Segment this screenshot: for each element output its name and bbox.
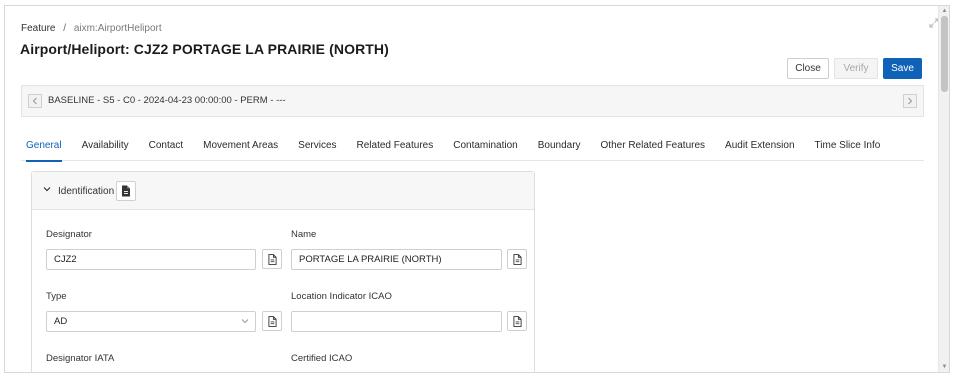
document-note-button[interactable] (116, 181, 136, 201)
breadcrumb: Feature / aixm:AirportHeliport (21, 23, 162, 34)
designator-input[interactable]: CJZ2 (46, 249, 256, 270)
chevron-right-icon[interactable] (903, 94, 917, 108)
scroll-up-icon[interactable]: ▲ (941, 8, 948, 14)
designator-label: Designator (46, 229, 92, 240)
page-title: Airport/Heliport: CJZ2 PORTAGE LA PRAIRI… (20, 41, 389, 57)
close-button[interactable]: Close (787, 58, 829, 79)
document-icon (121, 185, 131, 197)
document-icon (267, 253, 277, 265)
designator-note-button[interactable] (262, 249, 282, 269)
identification-title: Identification (58, 186, 115, 197)
tab-boundary[interactable]: Boundary (533, 137, 586, 161)
location-indicator-icao-note-button[interactable] (507, 311, 527, 331)
scroll-down-icon[interactable]: ▼ (941, 364, 948, 370)
document-icon (512, 253, 522, 265)
tab-bar: General Availability Contact Movement Ar… (21, 137, 924, 162)
save-button[interactable]: Save (883, 58, 922, 79)
name-input[interactable]: PORTAGE LA PRAIRIE (NORTH) (291, 249, 502, 270)
breadcrumb-separator: / (63, 23, 67, 34)
breadcrumb-item-feature[interactable]: Feature (21, 23, 55, 34)
tab-contact[interactable]: Contact (144, 137, 188, 161)
name-label: Name (291, 229, 317, 240)
type-selected-value: AD (54, 316, 68, 327)
identification-panel-header[interactable]: Identification (32, 172, 534, 210)
certified-icao-label: Certified ICAO (291, 353, 353, 364)
type-label: Type (46, 291, 67, 302)
tab-other-related-features[interactable]: Other Related Features (596, 137, 711, 161)
tab-general[interactable]: General (21, 137, 67, 162)
tab-audit-extension[interactable]: Audit Extension (720, 137, 800, 161)
action-buttons: Close Verify Save (787, 58, 922, 79)
document-icon (512, 315, 522, 327)
chevron-down-icon[interactable] (42, 184, 52, 194)
tab-time-slice-info[interactable]: Time Slice Info (810, 137, 886, 161)
timeslice-bar: BASELINE - S5 - C0 - 2024-04-23 00:00:00… (21, 85, 924, 117)
type-select[interactable]: AD (46, 311, 256, 332)
breadcrumb-item-type: aixm:AirportHeliport (73, 23, 162, 34)
tab-contamination[interactable]: Contamination (448, 137, 522, 161)
tab-availability[interactable]: Availability (77, 137, 134, 161)
identification-panel: Identification Designator CJZ2 Name PORT… (31, 171, 535, 372)
document-icon (267, 315, 277, 327)
chevron-down-icon (241, 317, 249, 325)
location-indicator-icao-input[interactable] (291, 311, 502, 332)
type-note-button[interactable] (262, 311, 282, 331)
chevron-left-icon[interactable] (28, 94, 42, 108)
timeslice-label: BASELINE - S5 - C0 - 2024-04-23 00:00:00… (48, 95, 286, 106)
tab-related-features[interactable]: Related Features (352, 137, 439, 161)
location-indicator-icao-label: Location Indicator ICAO (291, 291, 392, 302)
tab-movement-areas[interactable]: Movement Areas (198, 137, 283, 161)
designator-iata-label: Designator IATA (46, 353, 115, 364)
scrollbar-thumb[interactable] (941, 16, 948, 92)
feature-editor-window: Feature / aixm:AirportHeliport Airport/H… (4, 5, 950, 373)
tab-services[interactable]: Services (293, 137, 341, 161)
name-note-button[interactable] (507, 249, 527, 269)
vertical-scrollbar[interactable]: ▲ ▼ (938, 6, 949, 372)
verify-button[interactable]: Verify (834, 58, 878, 79)
